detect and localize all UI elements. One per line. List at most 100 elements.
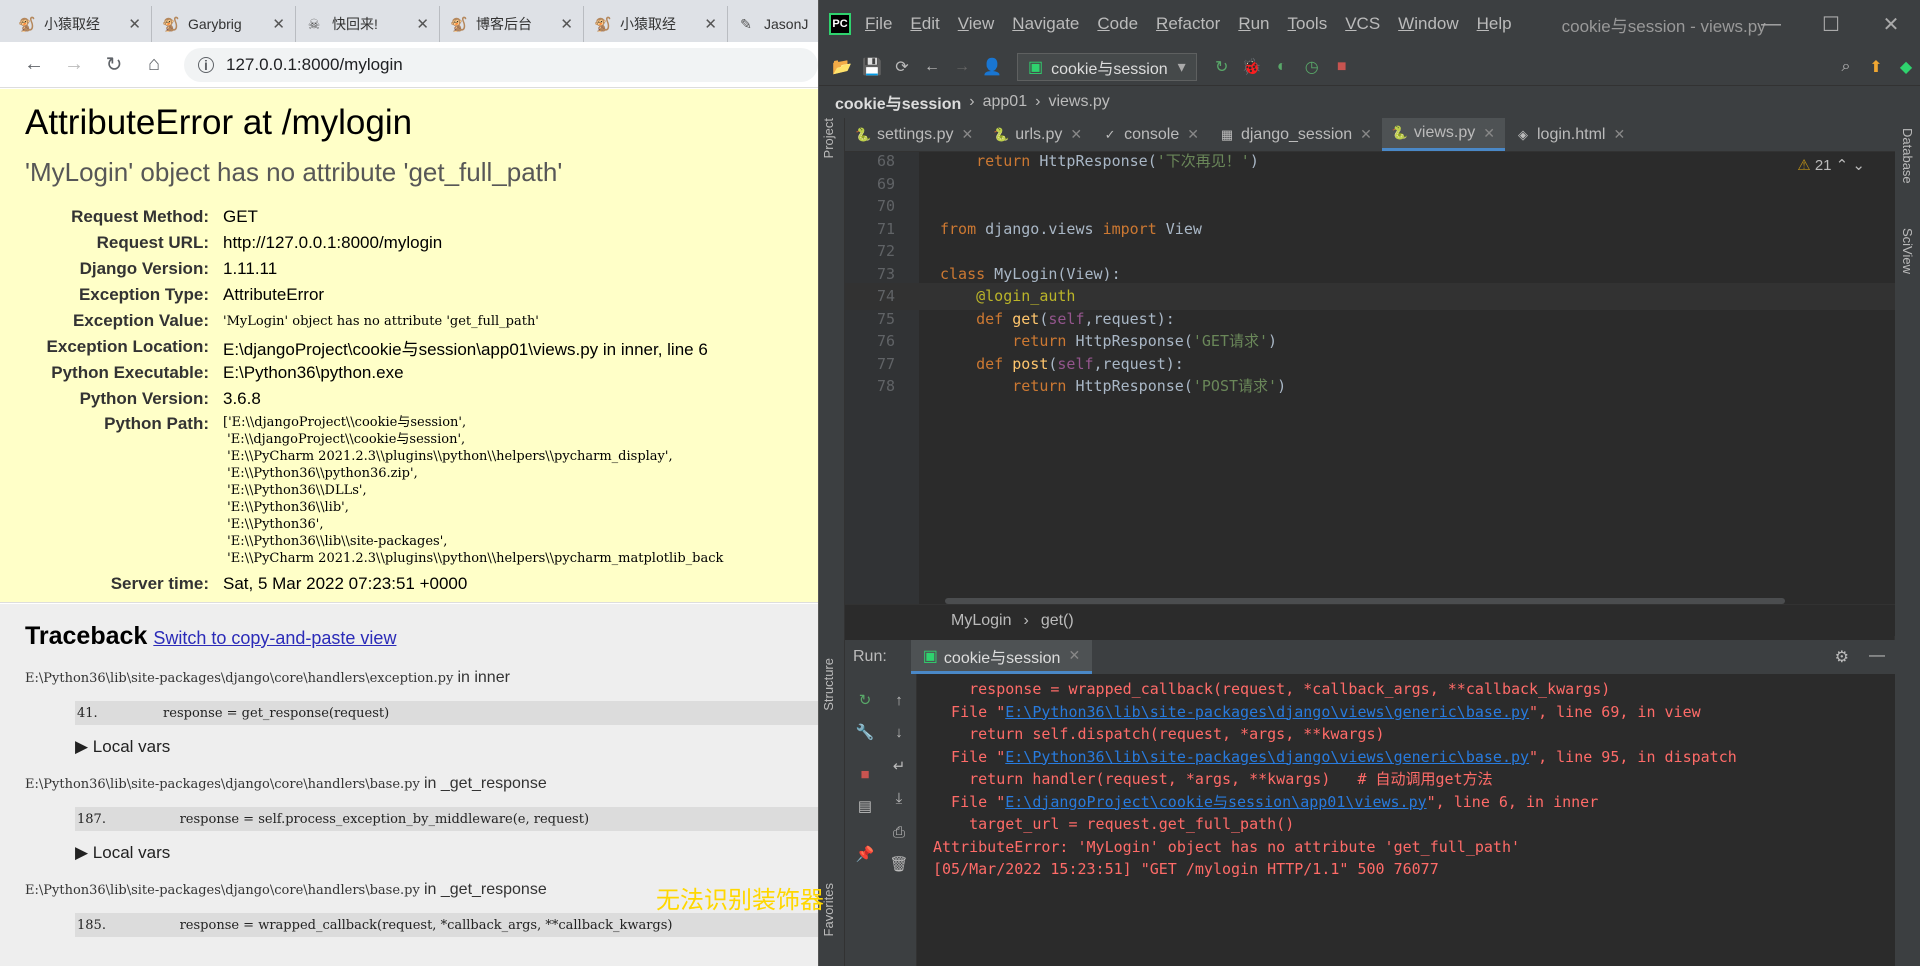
layout-icon[interactable]: ▤	[853, 794, 877, 818]
close-tab-icon[interactable]: ✕	[272, 15, 285, 33]
forward-icon[interactable]: →	[54, 50, 94, 80]
wrench-icon[interactable]: 🔧	[853, 720, 877, 744]
browser-tab[interactable]: 🐒 博客后台 ✕	[440, 6, 584, 42]
menu-run[interactable]: Run	[1238, 14, 1269, 34]
browser-tab[interactable]: 🐒 Garybrig ✕	[152, 6, 296, 42]
stop-run-icon[interactable]: ■	[853, 762, 877, 786]
close-tab-icon[interactable]: ✕	[1068, 647, 1080, 664]
run-tab[interactable]: ▣ cookie与session ✕	[910, 640, 1093, 674]
scroll-end-icon[interactable]: ⤓	[887, 786, 911, 810]
menu-tools[interactable]: Tools	[1288, 14, 1328, 34]
frame-func: in _get_response	[423, 775, 547, 792]
open-folder-icon[interactable]: 📂	[827, 52, 857, 82]
browser-tab-label: 博客后台	[476, 16, 532, 32]
frame-code-line[interactable]: 187. response = self.process_exception_b…	[75, 807, 818, 831]
run-console[interactable]: response = wrapped_callback(request, *ca…	[917, 674, 1895, 966]
reload-icon[interactable]: ↻	[94, 50, 134, 80]
menu-navigate[interactable]: Navigate	[1012, 14, 1079, 34]
run-config-selector[interactable]: ▣ cookie与session ▾	[1017, 52, 1197, 81]
home-icon[interactable]: ⌂	[134, 50, 174, 80]
menu-refactor[interactable]: Refactor	[1156, 14, 1220, 34]
crumb-item[interactable]: cookie与session	[835, 90, 961, 114]
close-tab-icon[interactable]: ✕	[1613, 126, 1625, 143]
rerun-icon[interactable]: ↻	[1207, 52, 1237, 82]
trash-icon[interactable]: 🗑	[887, 852, 911, 876]
editor-tab[interactable]: 🐍 views.py ✕	[1381, 118, 1505, 151]
scroll-up-icon[interactable]: ↑	[887, 688, 911, 712]
sciview-tool-tab[interactable]: SciView	[1900, 228, 1915, 274]
crumb-class[interactable]: MyLogin	[951, 612, 1011, 630]
save-icon[interactable]: 💾	[857, 52, 887, 82]
warnings-indicator[interactable]: ⚠ 21 ⌃ ⌄	[1797, 152, 1865, 179]
jetbrains-icon[interactable]: ◆	[1891, 52, 1920, 82]
menu-edit[interactable]: Edit	[910, 14, 939, 34]
search-icon[interactable]: ⌕	[1831, 52, 1861, 82]
browser-tab[interactable]: 🐒 小猿取经 ✕	[584, 6, 728, 42]
browser-tab[interactable]: ☠ 快回来! ✕	[296, 6, 440, 42]
browser-tab[interactable]: ✎JasonJ✕	[728, 6, 818, 42]
close-tab-icon[interactable]: ✕	[961, 126, 973, 143]
close-tab-icon[interactable]: ✕	[1070, 126, 1082, 143]
crumb-item[interactable]: views.py	[1048, 93, 1109, 111]
site-info-icon[interactable]: i	[198, 56, 214, 73]
profile-icon[interactable]: ◷	[1297, 52, 1327, 82]
update-icon[interactable]: ⬆	[1861, 52, 1891, 82]
chevron-down-icon[interactable]: ⌄	[1852, 157, 1865, 174]
menu-view[interactable]: View	[958, 14, 995, 34]
debug-icon[interactable]: 🐞	[1237, 52, 1267, 82]
crumb-item[interactable]: app01	[983, 93, 1028, 111]
frame-code-line[interactable]: 41. response = get_response(request)	[75, 701, 818, 725]
stop-icon[interactable]: ■	[1327, 52, 1357, 82]
meta-value: Sat, 5 Mar 2022 07:23:51 +0000	[223, 574, 468, 593]
menu-window[interactable]: Window	[1398, 14, 1458, 34]
forward-nav-icon[interactable]: →	[947, 52, 977, 82]
minimize-icon[interactable]: —	[1741, 0, 1801, 48]
crumb-method[interactable]: get()	[1041, 612, 1074, 630]
editor-tab[interactable]: 🐍 settings.py ✕	[845, 118, 983, 151]
database-tool-tab[interactable]: Database	[1900, 128, 1915, 184]
meta-value: 3.6.8	[223, 389, 261, 408]
sync-icon[interactable]: ⟳	[887, 52, 917, 82]
chevron-up-icon[interactable]: ⌃	[1836, 157, 1849, 174]
menu-vcs[interactable]: VCS	[1345, 14, 1380, 34]
settings-gear-icon[interactable]: ⚙	[1835, 647, 1849, 667]
editor-tab[interactable]: 🐍 urls.py ✕	[983, 118, 1092, 151]
scroll-down-icon[interactable]: ↓	[887, 720, 911, 744]
browser-tab[interactable]: 🐒 小猿取经 ✕	[8, 6, 152, 42]
close-tab-icon[interactable]: ✕	[704, 15, 717, 33]
coverage-icon[interactable]: ◐	[1267, 52, 1297, 82]
local-vars-toggle[interactable]: ▶ Local vars	[75, 737, 818, 757]
close-tab-icon[interactable]: ✕	[128, 15, 141, 33]
editor-tab[interactable]: ✓ console ✕	[1092, 118, 1209, 151]
code-editor[interactable]: 68 return HttpResponse('下次再见！') 69 70 71 fro…	[845, 152, 1895, 604]
local-vars-toggle[interactable]: ▶ Local vars	[75, 843, 818, 863]
menu-code[interactable]: Code	[1097, 14, 1138, 34]
hide-panel-icon[interactable]: —	[1869, 647, 1885, 667]
vcs-user-icon[interactable]: 👤	[977, 52, 1007, 82]
rerun-icon[interactable]: ↻	[853, 688, 877, 712]
pin-icon[interactable]: 📌	[853, 842, 877, 866]
url-field[interactable]: i 127.0.0.1:8000/mylogin	[184, 47, 818, 82]
close-tab-icon[interactable]: ✕	[1483, 125, 1495, 142]
menu-file[interactable]: File	[865, 14, 892, 34]
close-tab-icon[interactable]: ✕	[560, 15, 573, 33]
soft-wrap-icon[interactable]: ↵	[887, 754, 911, 778]
editor-tab[interactable]: ◈ login.html ✕	[1505, 118, 1635, 151]
back-icon[interactable]: ←	[14, 50, 54, 80]
back-nav-icon[interactable]: ←	[917, 52, 947, 82]
close-tab-icon[interactable]: ✕	[416, 15, 429, 33]
project-tool-tab[interactable]: Project	[821, 118, 836, 158]
close-tab-icon[interactable]: ✕	[1360, 126, 1372, 143]
frame-code-line[interactable]: 185. response = wrapped_callback(request…	[75, 913, 818, 937]
switch-view-link[interactable]: Switch to copy-and-paste view	[153, 628, 396, 648]
close-icon[interactable]: ✕	[1861, 0, 1920, 48]
menu-help[interactable]: Help	[1477, 14, 1512, 34]
editor-tab-label: login.html	[1537, 125, 1606, 143]
meta-row: Request Method: GET	[25, 204, 818, 230]
maximize-icon[interactable]: ☐	[1801, 0, 1861, 48]
run-toolbar: ↻ ↑ 🔧 ↓ ↵ ■ ⤓ ▤ ⎙ 📌 🗑	[845, 674, 917, 966]
editor-tab[interactable]: ▦ django_session ✕	[1209, 118, 1382, 151]
structure-tool-tab[interactable]: Structure	[821, 658, 836, 711]
print-icon[interactable]: ⎙	[887, 820, 911, 844]
close-tab-icon[interactable]: ✕	[1187, 126, 1199, 143]
